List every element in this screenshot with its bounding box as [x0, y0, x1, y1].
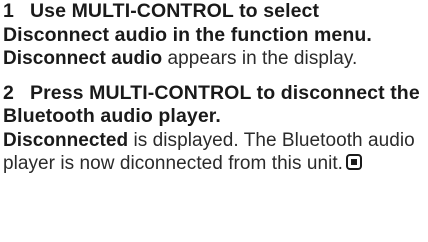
end-of-section-square-icon — [346, 154, 362, 170]
step-1-number: 1 — [3, 0, 14, 22]
step-2-heading-text: Press MULTI-CONTROL to disconnect the Bl… — [3, 81, 420, 128]
step-2-body: Disconnected is displayed. The Bluetooth… — [3, 129, 423, 176]
step-2-number: 2 — [3, 81, 14, 104]
step-1-body: Disconnect audio appears in the display. — [3, 47, 423, 71]
step-1-body-bold: Disconnect audio — [3, 48, 163, 69]
step-2: 2 Press MULTI-CONTROL to disconnect the B… — [3, 82, 423, 176]
step-1: 1 Use MULTI-CONTROL to select Disconnect … — [3, 0, 423, 71]
step-1-heading: 1 Use MULTI-CONTROL to select Disconnect … — [3, 0, 423, 47]
step-1-heading-text: Use MULTI-CONTROL to select Disconnect a… — [3, 0, 372, 46]
step-2-heading: 2 Press MULTI-CONTROL to disconnect the B… — [3, 82, 423, 129]
instruction-page: 1 Use MULTI-CONTROL to select Disconnect … — [3, 0, 423, 176]
step-2-body-bold: Disconnected — [3, 129, 129, 151]
step-1-body-text: appears in the display. — [162, 48, 358, 69]
